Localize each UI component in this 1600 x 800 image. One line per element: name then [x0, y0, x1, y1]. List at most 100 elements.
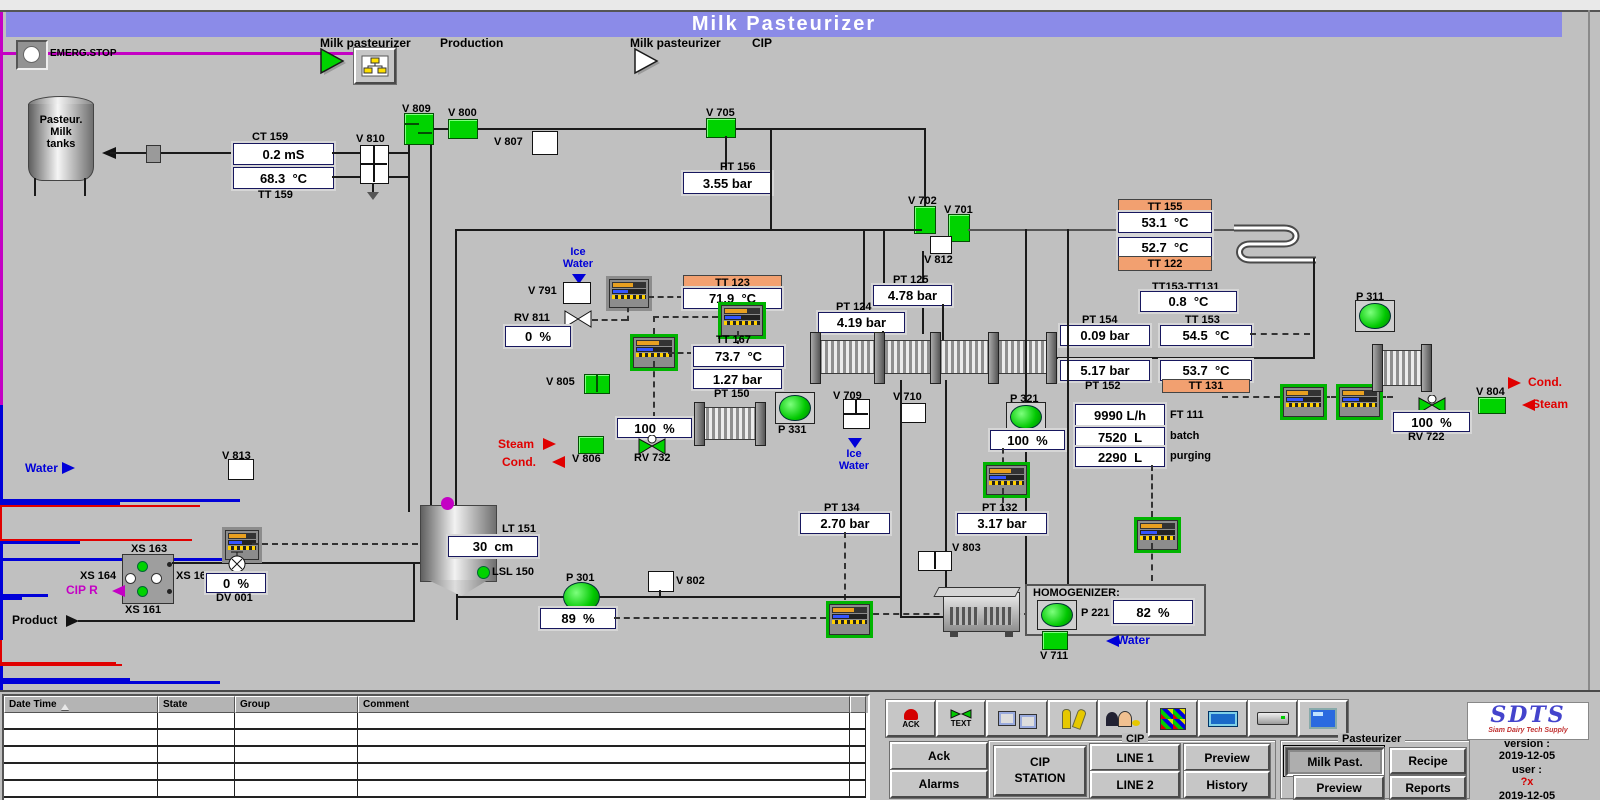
pipe: [172, 562, 420, 564]
tt122-value[interactable]: 52.7 °C: [1118, 237, 1212, 258]
alarm-col-comment[interactable]: Comment: [358, 696, 850, 713]
p221-value[interactable]: 82 %: [1113, 600, 1193, 624]
tt159-value[interactable]: 68.3 °C: [233, 167, 334, 189]
v710-valve[interactable]: [900, 403, 926, 423]
monitor-icon: [1018, 714, 1037, 729]
emergency-stop-button[interactable]: [16, 40, 48, 70]
p221-pump[interactable]: [1037, 600, 1077, 630]
reports-button[interactable]: Reports: [1389, 775, 1467, 800]
top-strip: [0, 0, 1600, 12]
v705-valve[interactable]: [706, 118, 736, 138]
xs-valve-cluster[interactable]: [122, 554, 174, 604]
line2-button[interactable]: LINE 2: [1089, 770, 1181, 799]
v791-tag: V 791: [528, 285, 557, 297]
purging-value[interactable]: 2290 L: [1075, 447, 1165, 467]
v804-valve[interactable]: [1478, 397, 1506, 414]
cip-preview-button[interactable]: Preview: [1183, 743, 1271, 772]
batch-value[interactable]: 7520 L: [1075, 427, 1165, 447]
cip-return-label: CIP R: [66, 583, 98, 597]
p331-pump[interactable]: [775, 392, 815, 424]
v711-valve[interactable]: [1042, 631, 1068, 650]
alarm-col-datetime[interactable]: Date Time: [4, 696, 158, 713]
pt156-value[interactable]: 3.55 bar: [683, 172, 772, 194]
v791-valve[interactable]: [563, 282, 591, 304]
homogenizer-machine[interactable]: [933, 587, 1021, 637]
v800-valve[interactable]: [448, 119, 478, 139]
dtt-value[interactable]: 0.8 °C: [1140, 291, 1237, 312]
cip-history-button[interactable]: History: [1183, 770, 1271, 799]
controller-ft111[interactable]: [1134, 517, 1181, 553]
mosaic-button[interactable]: [1147, 699, 1199, 738]
recipe-button[interactable]: Recipe: [1389, 747, 1467, 775]
p321-value[interactable]: 100 %: [990, 430, 1065, 450]
pt134-value[interactable]: 2.70 bar: [800, 513, 890, 534]
signal-line: [648, 296, 683, 298]
v709-valve[interactable]: [843, 399, 870, 429]
dv001-value[interactable]: 0 %: [206, 573, 266, 593]
p301-pump[interactable]: [563, 582, 600, 612]
tt155-value[interactable]: 53.1 °C: [1118, 212, 1212, 233]
v805-valve[interactable]: [584, 374, 610, 394]
ack-button[interactable]: Ack: [889, 741, 989, 771]
scada-monitor-button[interactable]: [1297, 699, 1349, 738]
pt154-value[interactable]: 0.09 bar: [1060, 325, 1150, 346]
v802-valve[interactable]: [648, 571, 674, 592]
v806-valve[interactable]: [578, 436, 604, 454]
controller-cooling-1[interactable]: [1280, 384, 1327, 420]
cip-play-button[interactable]: [632, 48, 664, 78]
alarms-button[interactable]: Alarms: [889, 769, 989, 799]
pt125-value[interactable]: 4.78 bar: [873, 285, 952, 306]
keys-button[interactable]: [1047, 699, 1099, 738]
keyboard-button[interactable]: [1197, 699, 1249, 738]
v812-valve[interactable]: [930, 236, 952, 254]
p301-value[interactable]: 89 %: [540, 608, 616, 629]
milk-past-button[interactable]: Milk Past.: [1285, 747, 1385, 777]
title-bar: Milk Pasteurizer: [6, 12, 1562, 37]
line1-button[interactable]: LINE 1: [1089, 743, 1181, 772]
cip-station-button[interactable]: CIP STATION: [993, 745, 1087, 797]
pt152-value[interactable]: 5.17 bar: [1060, 360, 1150, 381]
ct159-value[interactable]: 0.2 mS: [233, 143, 334, 165]
v813-valve[interactable]: [228, 459, 254, 480]
pt124-value[interactable]: 4.19 bar: [818, 312, 905, 333]
steam-label-left: Steam: [498, 437, 535, 451]
tt131-value[interactable]: 53.7 °C: [1160, 360, 1252, 381]
tt167-value[interactable]: 73.7 °C: [693, 346, 784, 367]
v810-valve[interactable]: [360, 145, 389, 184]
lt151-tag: LT 151: [502, 523, 537, 535]
production-play-button[interactable]: [318, 48, 350, 78]
controller-pt134[interactable]: [826, 601, 873, 638]
pipe: [110, 152, 233, 154]
text-button[interactable]: TEXT: [935, 699, 987, 738]
flowchart-button[interactable]: [353, 47, 397, 85]
dv001-valve[interactable]: [224, 548, 250, 574]
operators-button[interactable]: [1097, 699, 1149, 738]
tt153-value[interactable]: 54.5 °C: [1160, 325, 1252, 346]
lsl150-tag: LSL 150: [492, 566, 534, 578]
v809-valve[interactable]: [404, 113, 434, 145]
rv811-value[interactable]: 0 %: [505, 326, 571, 347]
workstations-button[interactable]: [985, 699, 1049, 738]
signal-line: [844, 532, 846, 600]
ft111-value[interactable]: 9990 L/h: [1075, 404, 1165, 426]
controller-p321[interactable]: [983, 462, 1030, 498]
v806-tag: V 806: [572, 453, 601, 465]
pt132-value[interactable]: 3.17 bar: [957, 513, 1047, 534]
ice-loop-line: [0, 561, 3, 594]
rv722-value[interactable]: 100 %: [1393, 412, 1470, 432]
v803-valve[interactable]: [918, 551, 952, 571]
printer-button[interactable]: [1247, 699, 1299, 738]
p321-pump[interactable]: [1006, 402, 1046, 432]
milk-tank-body[interactable]: Pasteur. Milk tanks: [28, 104, 94, 181]
alarm-col-state[interactable]: State: [158, 696, 235, 713]
controller-tt123[interactable]: [606, 276, 652, 311]
alarm-col-group[interactable]: Group: [235, 696, 358, 713]
right-edge: [1588, 10, 1590, 690]
past-preview-button[interactable]: Preview: [1293, 775, 1385, 800]
ack-alarm-button[interactable]: ACK: [885, 699, 937, 738]
lt151-value[interactable]: 30 cm: [448, 536, 538, 557]
p311-pump[interactable]: [1355, 300, 1395, 332]
v807-valve[interactable]: [532, 131, 558, 155]
pt150-value[interactable]: 1.27 bar: [693, 369, 782, 389]
v807-tag: V 807: [494, 136, 523, 148]
